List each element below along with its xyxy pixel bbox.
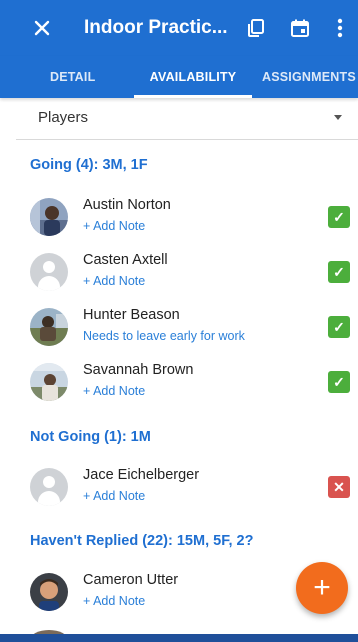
bottom-bar — [0, 634, 358, 642]
player-name: Cameron Utter — [83, 572, 179, 588]
tab-bar: DETAIL AVAILABILITY ASSIGNMENTS — [0, 56, 358, 98]
list-item[interactable]: Casten Axtell + Add Note ✓ — [16, 245, 358, 299]
more-vert-icon[interactable] — [326, 14, 354, 42]
list-item[interactable]: Savannah Brown + Add Note ✓ — [16, 355, 358, 409]
close-icon[interactable] — [28, 14, 56, 42]
player-note[interactable]: Needs to leave early for work — [83, 329, 245, 343]
player-name: Jace Eichelberger — [83, 467, 200, 483]
calendar-icon[interactable] — [286, 14, 314, 42]
avatar-placeholder-icon — [30, 468, 68, 506]
add-fab-button[interactable]: + — [296, 562, 348, 614]
tab-availability[interactable]: AVAILABILITY — [134, 56, 252, 98]
avatar — [30, 308, 68, 346]
player-name: Casten Axtell — [83, 252, 168, 268]
status-going-badge[interactable]: ✓ — [328, 316, 350, 338]
list-item[interactable]: Austin Norton + Add Note ✓ — [16, 190, 358, 244]
plus-icon: + — [313, 571, 331, 604]
add-note-link[interactable]: + Add Note — [83, 274, 145, 288]
tab-detail[interactable]: DETAIL — [30, 56, 120, 98]
list-item[interactable]: Jace Eichelberger + Add Note ✕ — [16, 460, 358, 514]
players-filter-dropdown[interactable]: Players — [16, 98, 358, 140]
page-title: Indoor Practic... — [84, 17, 228, 38]
avatar-placeholder-icon — [30, 253, 68, 291]
player-name: Hunter Beason — [83, 307, 180, 323]
chevron-down-icon — [334, 115, 342, 120]
status-going-badge[interactable]: ✓ — [328, 261, 350, 283]
section-header-no-reply: Haven't Replied (22): 15M, 5F, 2? — [30, 533, 254, 549]
section-header-not-going: Not Going (1): 1M — [30, 429, 151, 445]
player-name: Savannah Brown — [83, 362, 194, 378]
avatar — [30, 198, 68, 236]
status-not-going-badge[interactable]: ✕ — [328, 476, 350, 498]
add-note-link[interactable]: + Add Note — [83, 594, 145, 608]
add-note-link[interactable]: + Add Note — [83, 489, 145, 503]
avatar — [30, 573, 68, 611]
section-header-going: Going (4): 3M, 1F — [30, 157, 148, 173]
status-going-badge[interactable]: ✓ — [328, 371, 350, 393]
event-availability-screen: Indoor Practic... DETAIL AVAILABILITY AS… — [0, 0, 358, 642]
tab-assignments[interactable]: ASSIGNMENTS — [262, 56, 358, 98]
add-note-link[interactable]: + Add Note — [83, 219, 145, 233]
add-note-link[interactable]: + Add Note — [83, 384, 145, 398]
list-item[interactable]: Hunter Beason Needs to leave early for w… — [16, 300, 358, 354]
copy-icon[interactable] — [242, 14, 270, 42]
app-bar: Indoor Practic... — [0, 0, 358, 56]
status-going-badge[interactable]: ✓ — [328, 206, 350, 228]
avatar — [30, 363, 68, 401]
dropdown-selected-value: Players — [38, 109, 89, 126]
player-name: Austin Norton — [83, 197, 171, 213]
